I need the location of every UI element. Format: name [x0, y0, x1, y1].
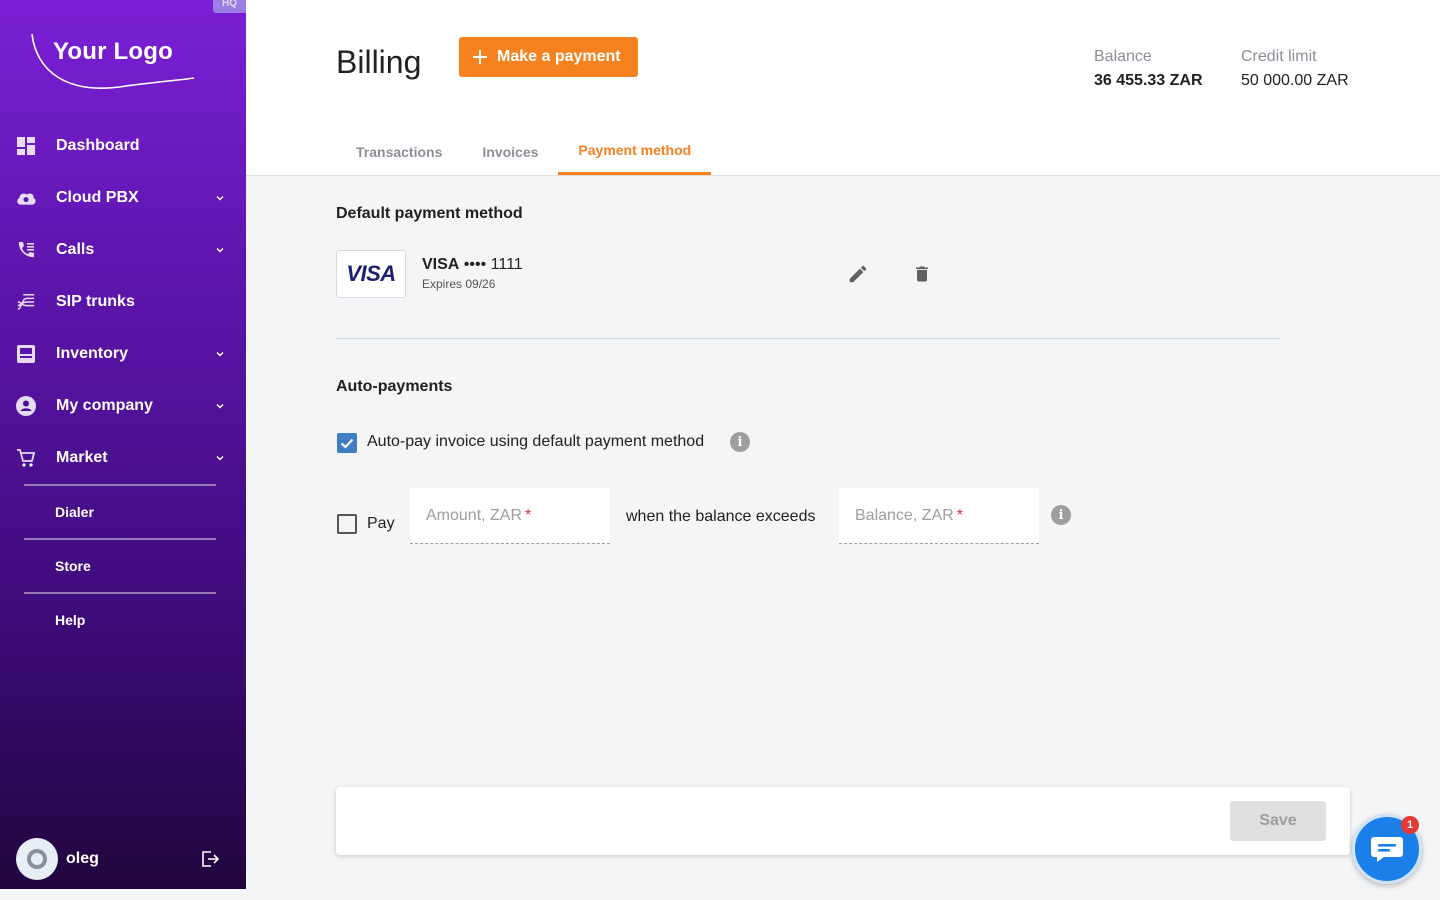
make-payment-label: Make a payment: [497, 48, 621, 65]
visa-logo-text: VISA: [346, 261, 396, 286]
chevron-down-icon: [216, 248, 224, 253]
page-header: Billing Make a payment Balance 36 455.33…: [246, 0, 1440, 176]
section-divider: [336, 338, 1280, 339]
balance-placeholder: Balance, ZAR: [855, 506, 954, 524]
sidebar-item-calls[interactable]: Calls: [0, 224, 246, 276]
balance-value: 36 455.33 ZAR: [1094, 72, 1203, 89]
chevron-down-icon: [216, 404, 224, 409]
sidebar-item-my-company[interactable]: My company: [0, 380, 246, 432]
pay-label: Pay: [367, 515, 395, 532]
tab-payment-method[interactable]: Payment method: [558, 128, 712, 175]
sidebar-item-inventory[interactable]: Inventory: [0, 328, 246, 380]
tab-invoices[interactable]: Invoices: [462, 128, 558, 175]
condition-label: when the balance exceeds: [626, 508, 816, 525]
tab-transactions[interactable]: Transactions: [336, 128, 462, 175]
hq-tag: HQ: [213, 0, 246, 13]
balance-stat: Balance 36 455.33 ZAR: [1094, 48, 1203, 90]
visa-logo: VISA: [336, 250, 406, 298]
balance-field[interactable]: Balance, ZAR *: [839, 488, 1039, 544]
sidebar-item-dashboard[interactable]: Dashboard: [0, 120, 246, 172]
autopay-label: Auto-pay invoice using default payment m…: [367, 433, 705, 450]
sidebar-item-sip-trunks[interactable]: SIP trunks: [0, 276, 246, 328]
amount-field[interactable]: Amount, ZAR *: [410, 488, 610, 544]
credit-limit-value: 50 000.00 ZAR: [1241, 72, 1349, 89]
main-content: Default payment method VISA VISA •••• 11…: [246, 177, 1440, 900]
chevron-down-icon: [216, 196, 224, 201]
info-icon[interactable]: i: [1051, 505, 1071, 525]
sidebar-item-help[interactable]: Help: [0, 594, 246, 646]
save-bar: Save: [336, 787, 1350, 855]
sidebar-nav: Dashboard Cloud PBX Calls SIP trunks Inv…: [0, 120, 246, 646]
sidebar-item-label: Inventory: [56, 345, 129, 362]
user-profile: oleg: [16, 838, 230, 880]
pay-checkbox[interactable]: [337, 514, 357, 534]
card-number: VISA •••• 1111: [422, 256, 523, 274]
chat-icon: [1371, 837, 1403, 862]
page-title: Billing: [336, 44, 422, 80]
edit-icon[interactable]: [847, 263, 869, 285]
credit-limit-stat: Credit limit 50 000.00 ZAR: [1241, 48, 1349, 90]
sidebar-item-label: Calls: [56, 241, 95, 258]
autopay-checkbox[interactable]: [337, 433, 357, 453]
avatar[interactable]: [16, 838, 58, 880]
sidebar-item-market[interactable]: Market: [0, 432, 246, 484]
sidebar: HQ Your Logo Dashboard Cloud PBX Calls S…: [0, 0, 246, 889]
auto-payments-title: Auto-payments: [336, 378, 453, 395]
sidebar-item-label: Dashboard: [56, 137, 140, 154]
logo-text: Your Logo: [53, 38, 173, 65]
chevron-down-icon: [216, 456, 224, 461]
cloud-icon: [16, 188, 36, 208]
phone-icon: [16, 240, 36, 260]
dashboard-icon: [16, 136, 36, 156]
plus-icon: [473, 50, 487, 64]
make-payment-button[interactable]: Make a payment: [459, 37, 638, 77]
card-expiry: Expires 09/26: [422, 277, 496, 291]
amount-placeholder: Amount, ZAR: [426, 506, 523, 524]
save-button[interactable]: Save: [1230, 801, 1326, 841]
checkmark-icon: [340, 438, 354, 449]
sidebar-item-cloud-pbx[interactable]: Cloud PBX: [0, 172, 246, 224]
card-brand: VISA: [422, 256, 460, 273]
chevron-down-icon: [216, 352, 224, 357]
billing-tabs: Transactions Invoices Payment method: [336, 128, 712, 176]
user-name: oleg: [66, 850, 99, 867]
chat-notification-badge: 1: [1401, 816, 1419, 834]
required-mark: *: [525, 506, 532, 524]
sidebar-item-store[interactable]: Store: [0, 540, 246, 592]
sip-trunks-icon: [16, 292, 36, 312]
logo[interactable]: Your Logo: [26, 30, 206, 96]
sidebar-item-label: Market: [56, 449, 108, 466]
card-info: VISA •••• 1111 Expires 09/26: [422, 256, 523, 291]
logout-icon[interactable]: [200, 849, 220, 869]
company-icon: [16, 396, 36, 416]
credit-limit-caption: Credit limit: [1241, 48, 1317, 65]
info-icon[interactable]: i: [730, 432, 750, 452]
sidebar-item-label: Cloud PBX: [56, 189, 139, 206]
default-payment-method-title: Default payment method: [336, 205, 523, 222]
cart-icon: [16, 448, 36, 468]
delete-icon[interactable]: [912, 263, 932, 285]
card-masked-number: •••• 1111: [463, 256, 523, 273]
inventory-icon: [16, 344, 36, 364]
sidebar-item-label: My company: [56, 397, 153, 414]
sidebar-item-dialer[interactable]: Dialer: [0, 486, 246, 538]
balance-caption: Balance: [1094, 48, 1152, 65]
required-mark: *: [956, 506, 963, 524]
sidebar-item-label: SIP trunks: [56, 293, 135, 310]
